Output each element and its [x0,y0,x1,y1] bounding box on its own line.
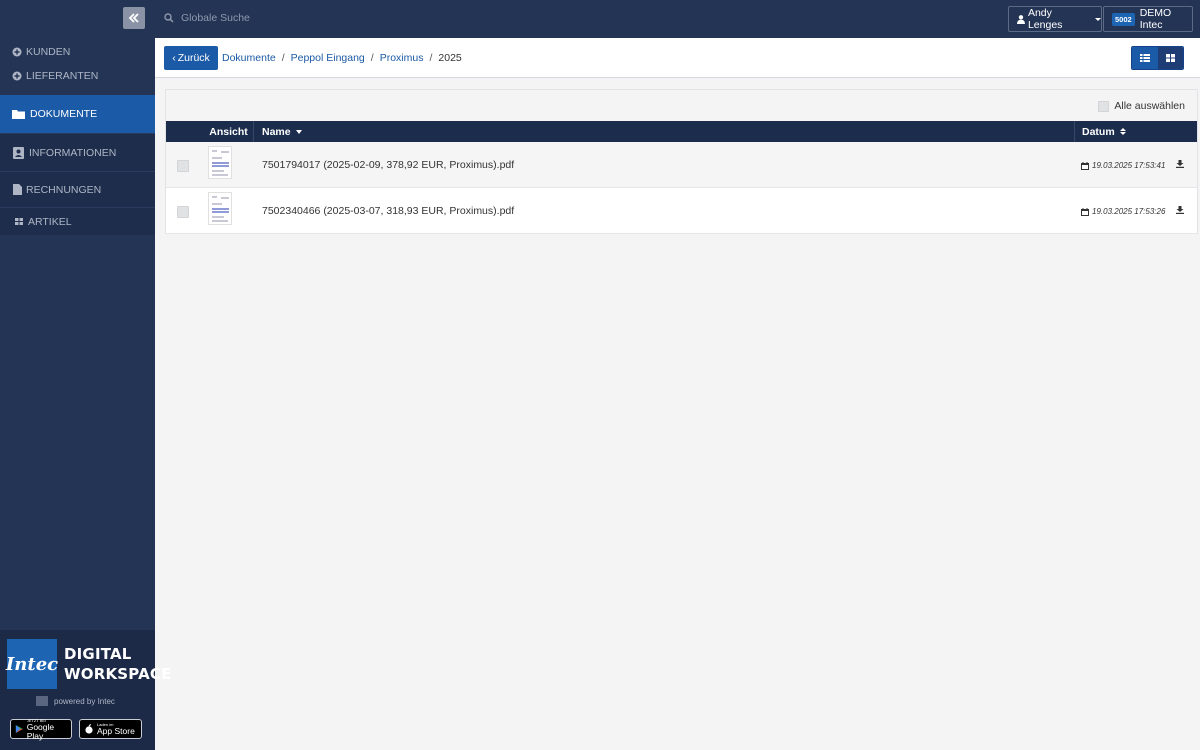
file-date: 19.03.2025 17:53:26 [1081,207,1165,216]
sidebar-item-kunden[interactable]: KUNDEN [0,40,155,64]
contact-book-icon [12,146,24,159]
select-all-checkbox[interactable] [1098,100,1110,112]
file-name[interactable]: 7501794017 (2025-02-09, 378,92 EUR, Prox… [262,159,514,171]
sidebar-item-label: INFORMATIONEN [29,146,117,159]
sidebar-item-dokumente[interactable]: DOKUMENTE [0,95,155,133]
breadcrumb-current: 2025 [438,52,462,64]
user-menu-button[interactable]: Andy Lenges [1008,6,1102,32]
sidebar-item-artikel[interactable]: ARTIKEL [0,207,155,235]
intec-mini-logo-icon [36,696,48,706]
plus-circle-icon [12,71,22,81]
apple-icon [85,724,93,734]
download-icon[interactable] [1176,160,1184,168]
download-icon[interactable] [1176,206,1184,214]
chevron-left-icon: ‹ [172,52,176,64]
select-all-label: Alle auswählen [1114,100,1185,112]
intec-logo: Intec [6,639,58,689]
sidebar-item-label: KUNDEN [26,46,71,58]
brand-panel: Intec DIGITAL WORKSPACE powered by Intec… [0,630,171,750]
powered-by: powered by Intec [36,696,115,706]
sidebar-item-label: ARTIKEL [28,215,72,228]
folder-icon [12,109,25,119]
sort-down-icon [295,129,302,134]
collapse-sidebar-button[interactable] [123,7,145,29]
grid-view-button[interactable] [1157,47,1183,69]
panel-header: Alle auswählen [166,90,1197,121]
sidebar-item-rechnungen[interactable]: RECHNUNGEN [0,171,155,207]
calendar-icon [1081,207,1089,216]
document-thumbnail[interactable] [208,146,232,179]
caret-down-icon [1095,17,1101,21]
select-all[interactable]: Alle auswählen [1098,100,1185,112]
breadcrumb: Dokumente / Peppol Eingang / Proximus / … [222,52,462,64]
sidebar: KUNDEN LIEFERANTEN DOKUMENTE INFORMATION… [0,0,171,750]
table-header: Ansicht Name Datum [166,121,1197,142]
grid-icon [14,217,24,227]
brand-title: DIGITAL WORKSPACE [64,645,172,683]
double-chevron-left-icon [128,13,139,23]
file-icon [12,184,22,195]
breadcrumb-separator: / [370,52,374,64]
document-thumbnail[interactable] [208,192,232,225]
file-name[interactable]: 7502340466 (2025-03-07, 318,93 EUR, Prox… [262,205,514,217]
file-date: 19.03.2025 17:53:41 [1081,161,1165,170]
column-header-view: Ansicht [204,121,254,142]
breadcrumb-separator: / [281,52,285,64]
row-checkbox[interactable] [177,160,189,172]
sidebar-item-label: RECHNUNGEN [26,183,102,196]
grid-view-icon [1165,54,1175,62]
list-view-button[interactable] [1132,47,1158,69]
global-search[interactable]: Globale Suche [164,12,250,24]
table-row[interactable]: 7501794017 (2025-02-09, 378,92 EUR, Prox… [166,142,1197,188]
search-input[interactable]: Globale Suche [181,12,250,24]
column-header-name[interactable]: Name [254,121,1074,142]
sidebar-item-label: LIEFERANTEN [26,70,99,82]
organization-button[interactable]: 5002 DEMO Intec [1103,6,1193,32]
view-toggle [1131,46,1184,70]
sidebar-item-lieferanten[interactable]: LIEFERANTEN [0,64,155,88]
calendar-icon [1081,161,1089,170]
search-icon [164,13,174,23]
sidebar-item-label: DOKUMENTE [30,108,98,120]
column-header-date[interactable]: Datum [1074,121,1197,142]
google-play-badge[interactable]: JETZT BEI Google Play [10,718,72,740]
list-view-icon [1139,54,1150,62]
row-checkbox[interactable] [177,206,189,218]
user-name: Andy Lenges [1027,7,1063,31]
org-number-badge: 5002 [1112,12,1135,26]
google-play-icon [15,725,23,733]
plus-circle-icon [12,47,22,57]
documents-panel: Alle auswählen Ansicht Name Datum 750179… [165,89,1198,234]
sidebar-item-informationen[interactable]: INFORMATIONEN [0,133,155,171]
top-bar: Globale Suche Andy Lenges 5002 DEMO Inte… [155,0,1200,38]
user-icon [1017,14,1025,24]
breadcrumb-bar: ‹ Zurück Dokumente / Peppol Eingang / Pr… [155,38,1200,78]
org-name: DEMO Intec [1139,7,1172,31]
table-row[interactable]: 7502340466 (2025-03-07, 318,93 EUR, Prox… [166,188,1197,234]
app-store-badge[interactable]: Laden im App Store [79,719,142,739]
sort-icon [1119,128,1126,135]
breadcrumb-link-peppol-eingang[interactable]: Peppol Eingang [291,52,365,64]
breadcrumb-link-proximus[interactable]: Proximus [380,52,424,64]
breadcrumb-link-dokumente[interactable]: Dokumente [222,52,276,64]
breadcrumb-separator: / [429,52,433,64]
back-button[interactable]: ‹ Zurück [164,46,218,70]
sidebar-nav: KUNDEN LIEFERANTEN DOKUMENTE INFORMATION… [0,40,155,235]
